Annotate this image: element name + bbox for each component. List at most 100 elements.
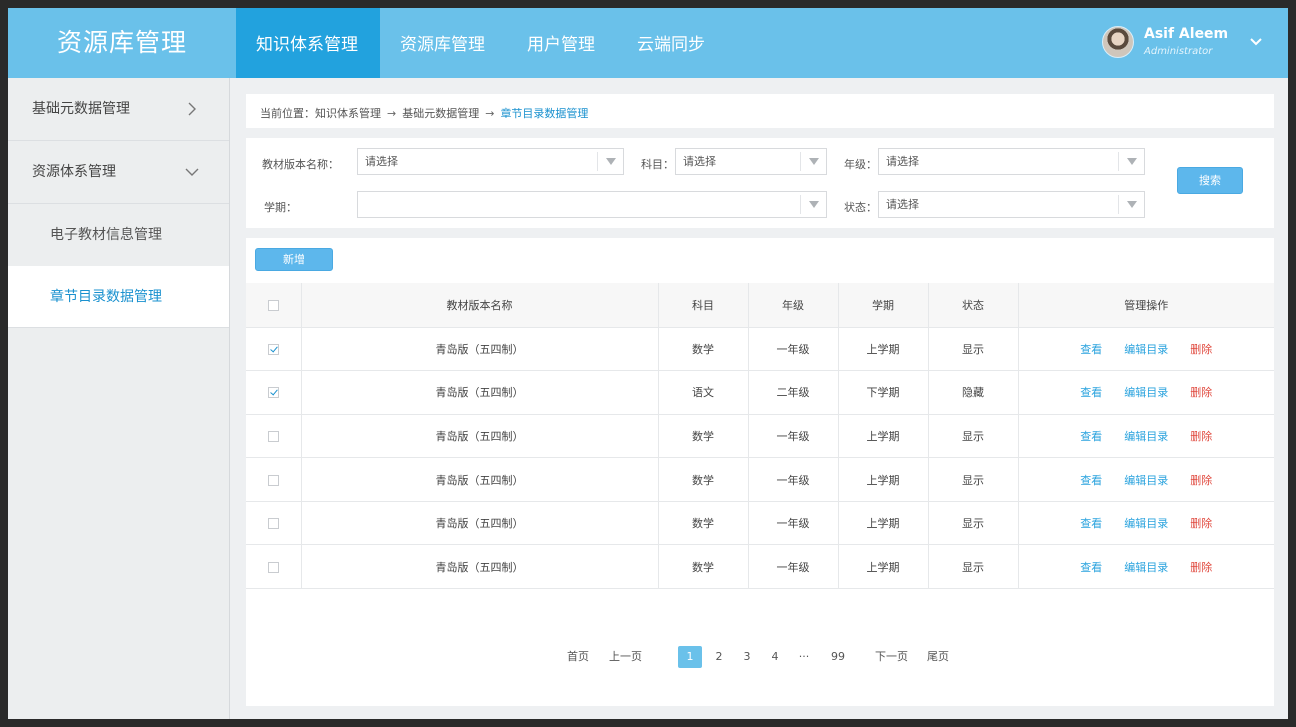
grade-label: 年级： <box>844 158 877 171</box>
dropdown-arrow-icon <box>800 195 826 214</box>
status-select[interactable]: 请选择 <box>878 191 1145 218</box>
table-row[interactable]: 青岛版（五四制） 数学 一年级 上学期 显示 查看 编辑目录 删除 <box>246 501 1274 546</box>
table-row[interactable]: 青岛版（五四制） 数学 一年级 上学期 显示 查看 编辑目录 删除 <box>246 414 1274 459</box>
page-next[interactable]: 下一页 <box>875 646 908 668</box>
view-link[interactable]: 查看 <box>1080 341 1102 357</box>
cell-edition: 青岛版（五四制） <box>301 370 659 415</box>
chevron-down-icon[interactable] <box>1248 34 1264 50</box>
col-header-grade[interactable]: 年级 <box>748 283 839 328</box>
row-checkbox[interactable] <box>267 387 279 399</box>
cell-term: 上学期 <box>838 327 929 372</box>
grade-select[interactable]: 请选择 <box>878 148 1145 175</box>
cell-edition: 青岛版（五四制） <box>301 544 659 590</box>
delete-link[interactable]: 删除 <box>1190 472 1212 488</box>
term-select[interactable] <box>357 191 827 218</box>
view-link[interactable]: 查看 <box>1080 515 1102 531</box>
dropdown-arrow-icon <box>1118 195 1144 214</box>
dropdown-arrow-icon <box>597 152 623 171</box>
page-last[interactable]: 尾页 <box>927 646 949 668</box>
avatar[interactable] <box>1102 26 1134 58</box>
subject-label: 科目： <box>641 158 674 171</box>
view-link[interactable]: 查看 <box>1080 428 1102 444</box>
page-number[interactable]: 4 <box>768 646 782 668</box>
breadcrumb-level1[interactable]: 知识体系管理 <box>315 107 381 120</box>
chevron-down-icon <box>185 168 199 176</box>
nav-item-knowledge[interactable]: 知识体系管理 <box>236 8 380 78</box>
sidebar-item-ebook-info[interactable]: 电子教材信息管理 <box>8 204 229 266</box>
row-checkbox[interactable] <box>267 430 279 442</box>
view-link[interactable]: 查看 <box>1080 384 1102 400</box>
breadcrumb-level2[interactable]: 基础元数据管理 <box>402 107 479 120</box>
cell-actions: 查看 编辑目录 删除 <box>1018 501 1274 546</box>
cell-subject: 数学 <box>658 457 749 502</box>
row-checkbox[interactable] <box>267 474 279 486</box>
user-name: Asif Aleem <box>1144 26 1229 42</box>
edit-catalog-link[interactable]: 编辑目录 <box>1124 341 1168 357</box>
nav-item-cloud-sync[interactable]: 云端同步 <box>617 8 727 78</box>
col-header-edition[interactable]: 教材版本名称 <box>301 283 659 328</box>
page-number[interactable]: 3 <box>740 646 754 668</box>
table-row[interactable]: 青岛版（五四制） 数学 一年级 上学期 显示 查看 编辑目录 删除 <box>246 544 1274 590</box>
page-number[interactable]: 2 <box>712 646 726 668</box>
cell-actions: 查看 编辑目录 删除 <box>1018 414 1274 459</box>
delete-link[interactable]: 删除 <box>1190 428 1212 444</box>
grade-select-value: 请选择 <box>886 155 919 168</box>
cell-edition: 青岛版（五四制） <box>301 327 659 372</box>
row-select-cell <box>246 501 302 546</box>
table-row[interactable]: 青岛版（五四制） 数学 一年级 上学期 显示 查看 编辑目录 删除 <box>246 457 1274 502</box>
app-window: 资源库管理 知识体系管理 资源库管理 用户管理 云端同步 Asif Aleem … <box>8 8 1288 719</box>
delete-link[interactable]: 删除 <box>1190 559 1212 575</box>
nav-item-users[interactable]: 用户管理 <box>507 8 617 78</box>
sidebar-item-chapter-catalog[interactable]: 章节目录数据管理 <box>8 266 229 328</box>
main-nav: 知识体系管理 资源库管理 用户管理 云端同步 <box>236 8 727 78</box>
table-row[interactable]: 青岛版（五四制） 数学 一年级 上学期 显示 查看 编辑目录 删除 <box>246 327 1274 372</box>
cell-actions: 查看 编辑目录 删除 <box>1018 370 1274 415</box>
subject-select[interactable]: 请选择 <box>675 148 827 175</box>
cell-subject: 数学 <box>658 327 749 372</box>
cell-actions: 查看 编辑目录 删除 <box>1018 544 1274 590</box>
col-header-status[interactable]: 状态 <box>928 283 1019 328</box>
delete-link[interactable]: 删除 <box>1190 384 1212 400</box>
user-menu[interactable]: Asif Aleem Administrator <box>1098 8 1288 78</box>
sidebar-item-resource-system[interactable]: 资源体系管理 <box>8 141 229 204</box>
sidebar-item-basic-metadata[interactable]: 基础元数据管理 <box>8 78 229 141</box>
cell-edition: 青岛版（五四制） <box>301 501 659 546</box>
edit-catalog-link[interactable]: 编辑目录 <box>1124 472 1168 488</box>
cell-grade: 一年级 <box>748 414 839 459</box>
page-number[interactable]: 1 <box>678 646 702 668</box>
add-button[interactable]: 新增 <box>255 248 333 271</box>
status-select-value: 请选择 <box>886 198 919 211</box>
row-checkbox[interactable] <box>267 343 279 355</box>
col-header-term[interactable]: 学期 <box>838 283 929 328</box>
view-link[interactable]: 查看 <box>1080 472 1102 488</box>
page-number[interactable]: 99 <box>828 646 848 668</box>
row-select-cell <box>246 544 302 590</box>
col-header-subject[interactable]: 科目 <box>658 283 749 328</box>
cell-status: 显示 <box>928 501 1019 546</box>
select-all-cell <box>246 283 302 328</box>
page-ellipsis: ··· <box>798 650 810 663</box>
delete-link[interactable]: 删除 <box>1190 341 1212 357</box>
edit-catalog-link[interactable]: 编辑目录 <box>1124 559 1168 575</box>
arrow-right-icon: → <box>387 107 397 120</box>
row-checkbox[interactable] <box>267 518 279 530</box>
page-first[interactable]: 首页 <box>567 646 589 668</box>
cell-grade: 一年级 <box>748 457 839 502</box>
row-checkbox[interactable] <box>267 561 279 573</box>
edit-catalog-link[interactable]: 编辑目录 <box>1124 515 1168 531</box>
cell-term: 上学期 <box>838 414 929 459</box>
edition-select[interactable]: 请选择 <box>357 148 624 175</box>
data-table: 教材版本名称 科目 年级 学期 状态 管理操作 青岛版（五四制） 数学 一年级 上学期… <box>246 283 1274 590</box>
app-logo: 资源库管理 <box>56 28 187 57</box>
page-prev[interactable]: 上一页 <box>609 646 642 668</box>
row-select-cell <box>246 327 302 372</box>
table-row[interactable]: 青岛版（五四制） 语文 二年级 下学期 隐藏 查看 编辑目录 删除 <box>246 370 1274 415</box>
breadcrumb: 当前位置：知识体系管理 → 基础元数据管理 → 章节目录数据管理 <box>260 105 588 121</box>
nav-item-resource[interactable]: 资源库管理 <box>380 8 507 78</box>
edit-catalog-link[interactable]: 编辑目录 <box>1124 428 1168 444</box>
delete-link[interactable]: 删除 <box>1190 515 1212 531</box>
view-link[interactable]: 查看 <box>1080 559 1102 575</box>
select-all-checkbox[interactable] <box>267 299 279 311</box>
edit-catalog-link[interactable]: 编辑目录 <box>1124 384 1168 400</box>
search-button[interactable]: 搜索 <box>1177 167 1243 194</box>
